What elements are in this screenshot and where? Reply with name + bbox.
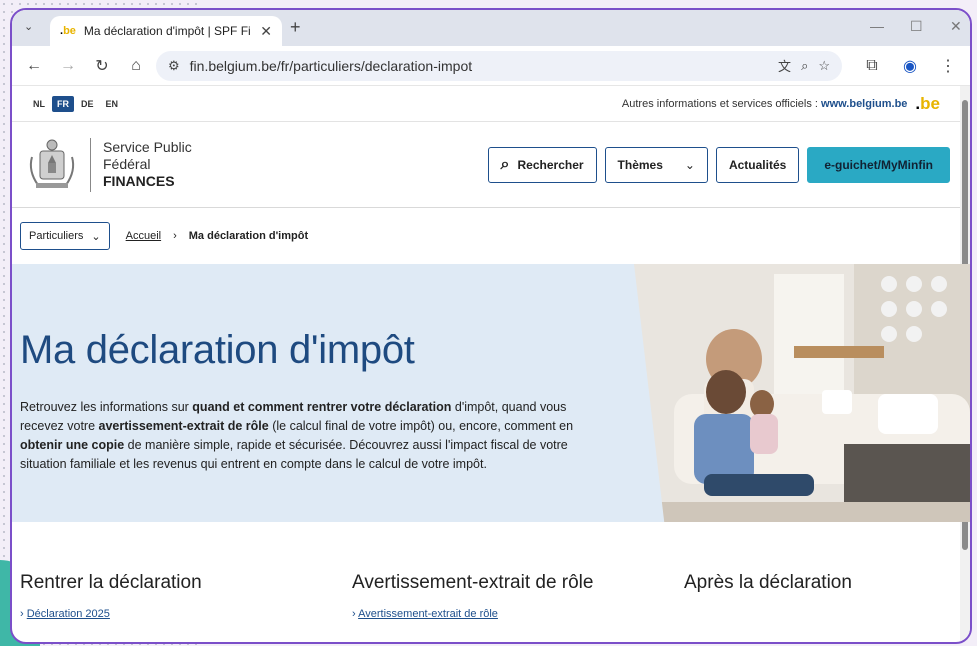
menu-icon[interactable]: ⋮ [934,52,962,80]
home-icon[interactable]: ⌂ [122,52,150,80]
address-bar[interactable]: ⚙ fin.belgium.be/fr/particuliers/declara… [156,50,842,81]
back-icon[interactable]: ← [20,52,48,80]
section-title: Après la déclaration [684,572,852,593]
hero-banner: Ma déclaration d'impôt Retrouvez les inf… [12,264,970,522]
extensions-icon[interactable]: ⧉ [858,52,886,80]
news-button[interactable]: Actualités [715,146,800,183]
site-header: Service Public Fédéral FINANCES ⌕ Recher… [12,122,970,208]
belgian-crest-icon[interactable] [26,137,78,193]
url-text: fin.belgium.be/fr/particuliers/declarati… [189,57,473,74]
main-nav: ⌕ Rechercher Thèmes ⌄ Actualités e-guich… [487,146,950,183]
section-apres: Après la déclaration [684,572,852,608]
chevron-down-icon: ⌄ [91,230,101,243]
section-rentrer: Rentrer la déclaration › Déclaration 202… [20,572,202,620]
search-button[interactable]: ⌕ Rechercher [487,146,597,183]
be-logo[interactable]: .be [915,94,940,114]
lang-nl[interactable]: NL [28,96,50,112]
browser-tab[interactable]: .be Ma déclaration d'impôt | SPF Fi ✕ [50,16,282,46]
zoom-icon[interactable]: ⌕ [801,58,808,74]
browser-window: ⌄ .be Ma déclaration d'impôt | SPF Fi ✕ … [10,8,972,644]
minimize-icon[interactable]: — [870,18,884,34]
maximize-icon[interactable]: ☐ [910,18,923,35]
site-favicon-icon: .be [60,25,76,37]
bookmark-star-icon[interactable]: ☆ [818,58,830,74]
reload-icon[interactable]: ↻ [88,52,116,80]
hero-intro: Retrouvez les informations sur quand et … [20,400,574,471]
breadcrumb-row: Particuliers ⌄ Accueil › Ma déclaration … [12,208,970,264]
chevron-down-icon: ⌄ [684,157,695,172]
tab-list-chevron-icon[interactable]: ⌄ [24,20,33,33]
new-tab-icon[interactable]: + [290,17,301,38]
section-title: Rentrer la déclaration [20,572,202,593]
forward-icon[interactable]: → [54,52,82,80]
page-viewport: NL FR DE EN Autres informations et servi… [12,86,970,642]
lang-fr[interactable]: FR [52,95,74,112]
tab-title: Ma déclaration d'impôt | SPF Fi [83,24,251,38]
tab-strip: ⌄ .be Ma déclaration d'impôt | SPF Fi ✕ … [12,10,970,46]
lang-de[interactable]: DE [76,96,99,112]
other-info-text: Autres informations et services officiel… [621,97,908,110]
site-info-icon[interactable]: ⚙ [168,58,180,74]
breadcrumb-separator-icon: › [173,230,177,242]
search-icon: ⌕ [500,155,510,173]
declaration-2025-link[interactable]: Déclaration 2025 [27,608,110,620]
section-title: Avertissement-extrait de rôle [352,572,594,593]
language-bar: NL FR DE EN Autres informations et servi… [12,86,970,122]
window-close-icon[interactable]: ✕ [950,18,962,35]
browser-toolbar: ← → ↻ ⌂ ⚙ fin.belgium.be/fr/particuliers… [12,46,970,86]
section-avertissement: Avertissement-extrait de rôle › Avertiss… [352,572,593,620]
tab-close-icon[interactable]: ✕ [260,23,272,40]
eguichet-button[interactable]: e-guichet/MyMinfin [807,146,950,183]
belgium-link[interactable]: www.belgium.be [821,98,907,110]
themes-button[interactable]: Thèmes ⌄ [604,146,708,183]
profile-icon[interactable]: ◉ [896,52,924,80]
audience-selector[interactable]: Particuliers ⌄ [20,222,110,250]
translate-icon[interactable]: 文 [778,56,791,75]
org-name[interactable]: Service Public Fédéral FINANCES [103,139,192,190]
breadcrumb: Accueil › Ma déclaration d'impôt [126,230,309,242]
topic-sections: Rentrer la déclaration › Déclaration 202… [12,522,970,642]
chevron-right-icon: › [20,608,27,620]
breadcrumb-home-link[interactable]: Accueil [126,230,161,242]
lang-en[interactable]: EN [101,96,124,112]
breadcrumb-current: Ma déclaration d'impôt [188,230,309,242]
page-title: Ma déclaration d'impôt [20,328,415,372]
family-photo [634,264,970,522]
header-divider [90,137,91,192]
avertissement-link[interactable]: Avertissement-extrait de rôle [358,608,498,620]
